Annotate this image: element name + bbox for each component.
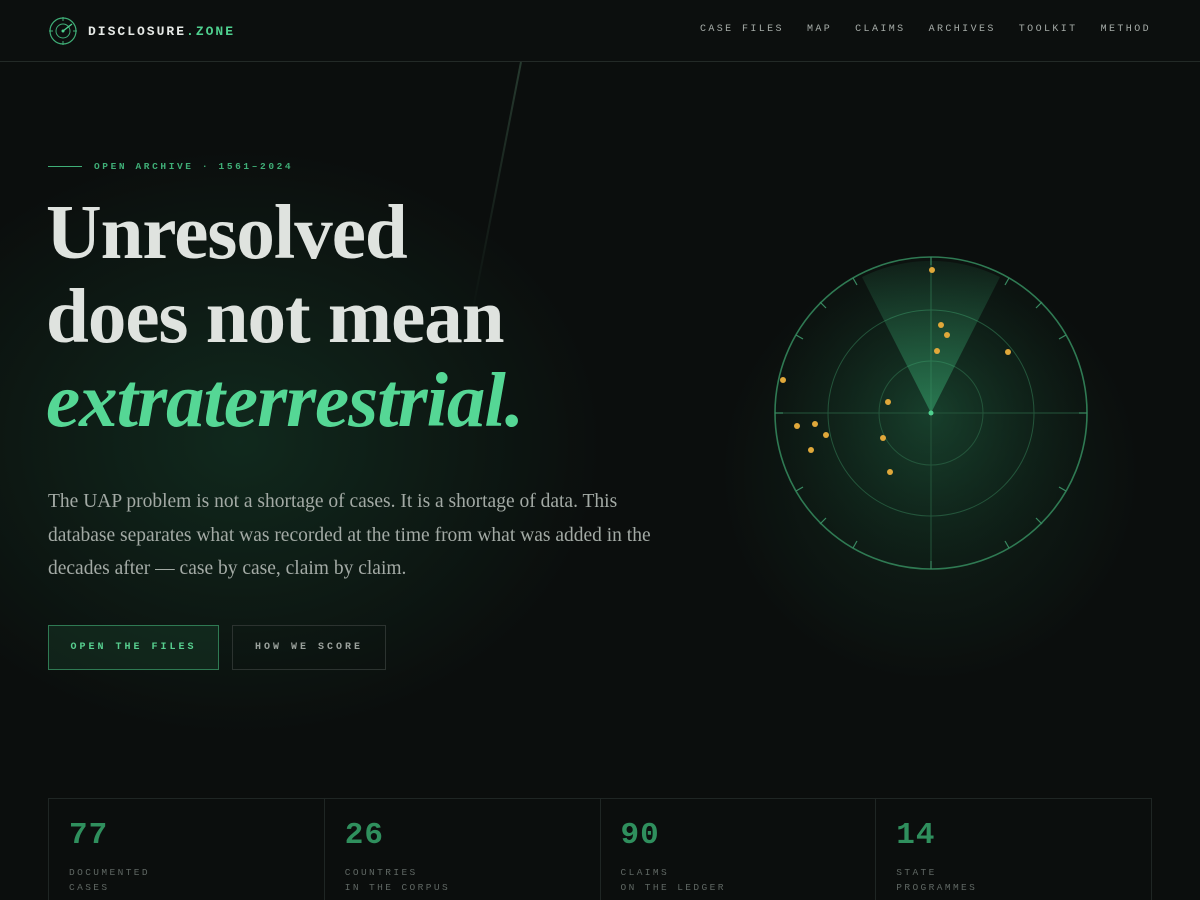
logo-wordmark: DISCLOSURE.ZONE <box>88 24 235 39</box>
stat-label: DOCUMENTED CASES <box>69 865 324 895</box>
radar-center-dot <box>928 410 934 416</box>
nav-toolkit[interactable]: TOOLKIT <box>1019 24 1078 35</box>
stat-value: 90 <box>620 818 660 853</box>
hero-headline: Unresolved does not mean extraterrestria… <box>46 189 524 443</box>
radar-logo-icon <box>49 17 77 45</box>
logo-main-text: DISCLOSURE <box>88 23 187 39</box>
stat-claims: 90 CLAIMS ON THE LEDGER <box>601 799 877 900</box>
eyebrow-text: OPEN ARCHIVE · 1561–2024 <box>94 161 294 172</box>
stat-value: 14 <box>896 818 936 853</box>
stat-label: CLAIMS ON THE LEDGER <box>621 865 876 895</box>
stat-label-line-1: STATE <box>896 867 937 878</box>
headline-line-2: does not mean <box>46 273 505 359</box>
hero-eyebrow: OPEN ARCHIVE · 1561–2024 <box>48 161 293 172</box>
how-we-score-button[interactable]: HOW WE SCORE <box>232 625 386 670</box>
stat-label-line-2: IN THE CORPUS <box>344 882 451 893</box>
stat-label-line-1: CLAIMS <box>620 867 670 878</box>
stat-label-line-1: DOCUMENTED <box>69 867 151 878</box>
stat-label: STATE PROGRAMMES <box>896 865 1151 895</box>
nav-case-files[interactable]: CASE FILES <box>700 24 784 35</box>
nav-archives[interactable]: ARCHIVES <box>929 24 996 35</box>
stat-label-line-2: PROGRAMMES <box>896 882 978 893</box>
nav-method[interactable]: METHOD <box>1101 24 1151 35</box>
stat-label: COUNTRIES IN THE CORPUS <box>345 865 600 895</box>
headline-accent: extraterrestrial. <box>46 357 524 443</box>
stat-value: 26 <box>344 818 384 853</box>
hero-description: The UAP problem is not a shortage of cas… <box>48 491 651 579</box>
stat-label-line-1: COUNTRIES <box>344 867 418 878</box>
stats-strip: 77 DOCUMENTED CASES 26 COUNTRIES IN THE CO… <box>48 798 1152 900</box>
stat-countries: 26 COUNTRIES IN THE CORPUS <box>325 799 601 900</box>
logo-accent-text: .ZONE <box>186 23 236 39</box>
top-navigation-bar: DISCLOSURE.ZONE CASE FILES MAP CLAIMS AR… <box>0 0 1200 62</box>
stat-value: 77 <box>69 818 109 853</box>
nav-map[interactable]: MAP <box>807 24 832 35</box>
main-nav: CASE FILES MAP CLAIMS ARCHIVES TOOLKIT M… <box>700 24 1151 35</box>
site-logo[interactable]: DISCLOSURE.ZONE <box>48 16 235 46</box>
stat-documented-cases: 77 DOCUMENTED CASES <box>49 799 325 900</box>
stat-label-line-2: CASES <box>69 882 110 893</box>
headline-line-1: Unresolved <box>46 189 408 275</box>
radar-scope-graphic <box>774 256 1088 570</box>
stat-label-line-2: ON THE LEDGER <box>620 882 726 893</box>
eyebrow-rule <box>48 166 82 167</box>
open-files-button[interactable]: OPEN THE FILES <box>48 625 219 670</box>
nav-claims[interactable]: CLAIMS <box>855 24 905 35</box>
stat-state-programmes: 14 STATE PROGRAMMES <box>876 799 1151 900</box>
